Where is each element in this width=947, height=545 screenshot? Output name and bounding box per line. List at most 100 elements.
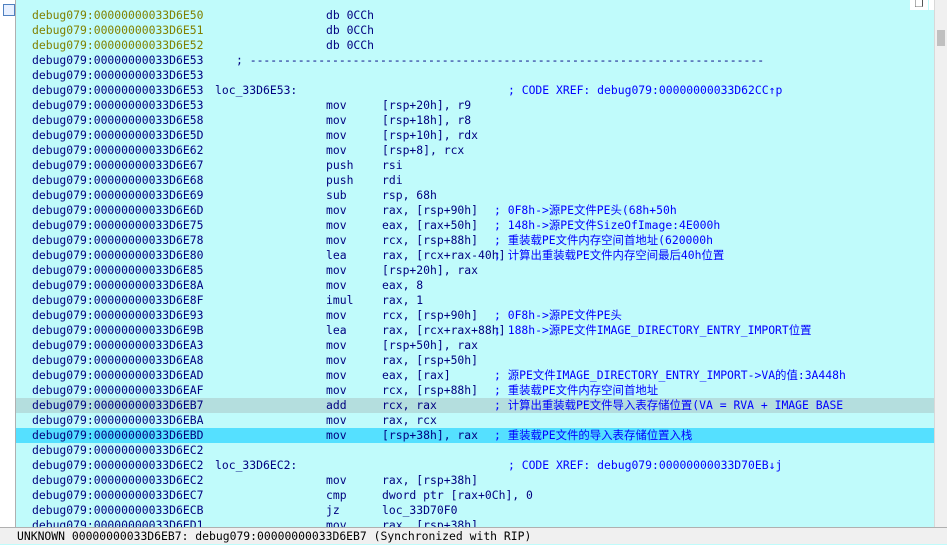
line-address[interactable]: debug079:00000000033D6E58 bbox=[32, 113, 203, 128]
code-line[interactable]: debug079:00000000033D6EC2 loc_33D6EC2: ; C… bbox=[16, 458, 935, 473]
instruction-mnemonic[interactable]: mov bbox=[326, 383, 347, 398]
instruction-mnemonic[interactable]: mov bbox=[326, 428, 347, 443]
instruction-mnemonic[interactable]: lea bbox=[326, 248, 347, 263]
instruction-mnemonic[interactable]: mov bbox=[326, 413, 347, 428]
instruction-operands[interactable]: [rsp+18h], r8 bbox=[382, 113, 471, 128]
line-address[interactable]: debug079:00000000033D6EAD bbox=[32, 368, 203, 383]
line-address[interactable]: debug079:00000000033D6EC2 bbox=[32, 443, 203, 458]
instruction-mnemonic[interactable]: mov bbox=[326, 473, 347, 488]
line-address[interactable]: debug079:00000000033D6E6D bbox=[32, 203, 203, 218]
code-label[interactable]: loc_33D6E53: bbox=[215, 83, 297, 98]
line-address[interactable]: debug079:00000000033D6E9B bbox=[32, 323, 203, 338]
instruction-mnemonic[interactable]: imul bbox=[326, 293, 353, 308]
line-address[interactable]: debug079:00000000033D6E93 bbox=[32, 308, 203, 323]
instruction-mnemonic[interactable]: mov bbox=[326, 233, 347, 248]
line-address[interactable]: debug079:00000000033D6EC2 bbox=[32, 473, 203, 488]
code-line[interactable]: debug079:00000000033D6E51 db 0CCh bbox=[16, 23, 935, 38]
code-line[interactable]: debug079:00000000033D6E62 mov [rsp+8], rcx bbox=[16, 143, 935, 158]
instruction-operands[interactable]: [rsp+10h], rdx bbox=[382, 128, 478, 143]
code-line[interactable]: debug079:00000000033D6E6D mov rax, [rsp+90… bbox=[16, 203, 935, 218]
line-address[interactable]: debug079:00000000033D6EBD bbox=[32, 428, 203, 443]
code-line[interactable]: debug079:00000000033D6EAF mov rcx, [rsp+88… bbox=[16, 383, 935, 398]
code-line[interactable]: debug079:00000000033D6EB7 add rcx, rax ; 计算… bbox=[16, 398, 935, 413]
line-address[interactable]: debug079:00000000033D6EBA bbox=[32, 413, 203, 428]
instruction-operands[interactable]: eax, 8 bbox=[382, 278, 423, 293]
code-line[interactable]: debug079:00000000033D6E58 mov [rsp+18h], r… bbox=[16, 113, 935, 128]
instruction-operands[interactable]: rcx, [rsp+88h] bbox=[382, 233, 478, 248]
line-address[interactable]: debug079:00000000033D6E69 bbox=[32, 188, 203, 203]
instruction-operands[interactable]: rax, [rcx+rax-40h] bbox=[382, 248, 505, 263]
line-address[interactable]: debug079:00000000033D6EA8 bbox=[32, 353, 203, 368]
code-line[interactable]: debug079:00000000033D6E68 push rdi bbox=[16, 173, 935, 188]
line-address[interactable]: debug079:00000000033D6E53 bbox=[32, 98, 203, 113]
instruction-mnemonic[interactable]: mov bbox=[326, 113, 347, 128]
instruction-mnemonic[interactable]: mov bbox=[326, 203, 347, 218]
line-address[interactable]: debug079:00000000033D6EC2 bbox=[32, 458, 203, 473]
instruction-operands[interactable]: eax, [rax] bbox=[382, 368, 451, 383]
breakpoint-marker-icon[interactable] bbox=[3, 4, 15, 16]
instruction-mnemonic[interactable]: mov bbox=[326, 338, 347, 353]
instruction-operands[interactable]: rax, 1 bbox=[382, 293, 423, 308]
instruction-mnemonic[interactable]: db 0CCh bbox=[326, 23, 374, 38]
instruction-operands[interactable]: rax, [rsp+90h] bbox=[382, 203, 478, 218]
instruction-mnemonic[interactable]: lea bbox=[326, 323, 347, 338]
code-line[interactable]: debug079:00000000033D6ECB jz loc_33D70F0 bbox=[16, 503, 935, 518]
instruction-operands[interactable]: dword ptr [rax+0Ch], 0 bbox=[382, 488, 533, 503]
instruction-operands[interactable]: rax, rcx bbox=[382, 413, 437, 428]
line-address[interactable]: debug079:00000000033D6E53 bbox=[32, 83, 203, 98]
line-address[interactable]: debug079:00000000033D6E75 bbox=[32, 218, 203, 233]
code-line[interactable]: debug079:00000000033D6EAD mov eax, [rax] ; … bbox=[16, 368, 935, 383]
disassembly-listing[interactable]: debug079:00000000033D6E50 db 0CCh debug079… bbox=[16, 0, 935, 527]
instruction-operands[interactable]: loc_33D70F0 bbox=[382, 503, 457, 518]
instruction-mnemonic[interactable]: mov bbox=[326, 368, 347, 383]
line-address[interactable]: debug079:00000000033D6E5D bbox=[32, 128, 203, 143]
instruction-mnemonic[interactable]: sub bbox=[326, 188, 347, 203]
line-address[interactable]: debug079:00000000033D6E85 bbox=[32, 263, 203, 278]
line-address[interactable]: debug079:00000000033D6E67 bbox=[32, 158, 203, 173]
instruction-mnemonic[interactable]: mov bbox=[326, 98, 347, 113]
instruction-mnemonic[interactable]: mov bbox=[326, 518, 347, 527]
instruction-mnemonic[interactable]: mov bbox=[326, 353, 347, 368]
line-address[interactable]: debug079:00000000033D6E50 bbox=[32, 8, 203, 23]
instruction-mnemonic[interactable]: jz bbox=[326, 503, 340, 518]
instruction-operands[interactable]: eax, [rax+50h] bbox=[382, 218, 478, 233]
line-address[interactable]: debug079:00000000033D6E52 bbox=[32, 38, 203, 53]
code-line[interactable]: debug079:00000000033D6E53 loc_33D6E53: ; C… bbox=[16, 83, 935, 98]
line-address[interactable]: debug079:00000000033D6ECB bbox=[32, 503, 203, 518]
instruction-mnemonic[interactable]: cmp bbox=[326, 488, 347, 503]
code-line[interactable]: debug079:00000000033D6ED1 mov rax, [rsp+38… bbox=[16, 518, 935, 527]
breakpoint-gutter[interactable] bbox=[0, 0, 16, 527]
instruction-mnemonic[interactable]: mov bbox=[326, 278, 347, 293]
line-address[interactable]: debug079:00000000033D6E8A bbox=[32, 278, 203, 293]
line-address[interactable]: debug079:00000000033D6EC7 bbox=[32, 488, 203, 503]
line-address[interactable]: debug079:00000000033D6E68 bbox=[32, 173, 203, 188]
code-line[interactable]: debug079:00000000033D6E75 mov eax, [rax+50… bbox=[16, 218, 935, 233]
instruction-operands[interactable]: rax, [rsp+38h] bbox=[382, 518, 478, 527]
instruction-operands[interactable]: rax, [rcx+rax+88h] bbox=[382, 323, 505, 338]
instruction-operands[interactable]: rax, [rsp+38h] bbox=[382, 473, 478, 488]
instruction-mnemonic[interactable]: mov bbox=[326, 263, 347, 278]
instruction-mnemonic[interactable]: db 0CCh bbox=[326, 38, 374, 53]
code-label[interactable]: loc_33D6EC2: bbox=[215, 458, 297, 473]
instruction-mnemonic[interactable]: mov bbox=[326, 218, 347, 233]
code-line[interactable]: debug079:00000000033D6E9B lea rax, [rcx+ra… bbox=[16, 323, 935, 338]
code-line[interactable]: debug079:00000000033D6E53 bbox=[16, 68, 935, 83]
instruction-operands[interactable]: [rsp+38h], rax bbox=[382, 428, 478, 443]
line-address[interactable]: debug079:00000000033D6E62 bbox=[32, 143, 203, 158]
instruction-operands[interactable]: [rsp+8], rcx bbox=[382, 143, 464, 158]
code-line[interactable]: debug079:00000000033D6EC7 cmp dword ptr [r… bbox=[16, 488, 935, 503]
code-line[interactable]: debug079:00000000033D6E52 db 0CCh bbox=[16, 38, 935, 53]
code-line[interactable]: debug079:00000000033D6E53 ; -------------… bbox=[16, 53, 935, 68]
instruction-operands[interactable]: rcx, [rsp+88h] bbox=[382, 383, 478, 398]
code-line[interactable]: debug079:00000000033D6E8F imul rax, 1 bbox=[16, 293, 935, 308]
line-address[interactable]: debug079:00000000033D6E8F bbox=[32, 293, 203, 308]
line-address[interactable]: debug079:00000000033D6E53 bbox=[32, 68, 203, 83]
code-line[interactable]: debug079:00000000033D6EA3 mov [rsp+50h], r… bbox=[16, 338, 935, 353]
instruction-mnemonic[interactable]: mov bbox=[326, 143, 347, 158]
code-line[interactable]: debug079:00000000033D6E85 mov [rsp+20h], r… bbox=[16, 263, 935, 278]
code-line[interactable]: debug079:00000000033D6E93 mov rcx, [rsp+90… bbox=[16, 308, 935, 323]
instruction-operands[interactable]: [rsp+50h], rax bbox=[382, 338, 478, 353]
code-line[interactable]: debug079:00000000033D6E67 push rsi bbox=[16, 158, 935, 173]
instruction-mnemonic[interactable]: push bbox=[326, 173, 353, 188]
instruction-operands[interactable]: rdi bbox=[382, 173, 403, 188]
